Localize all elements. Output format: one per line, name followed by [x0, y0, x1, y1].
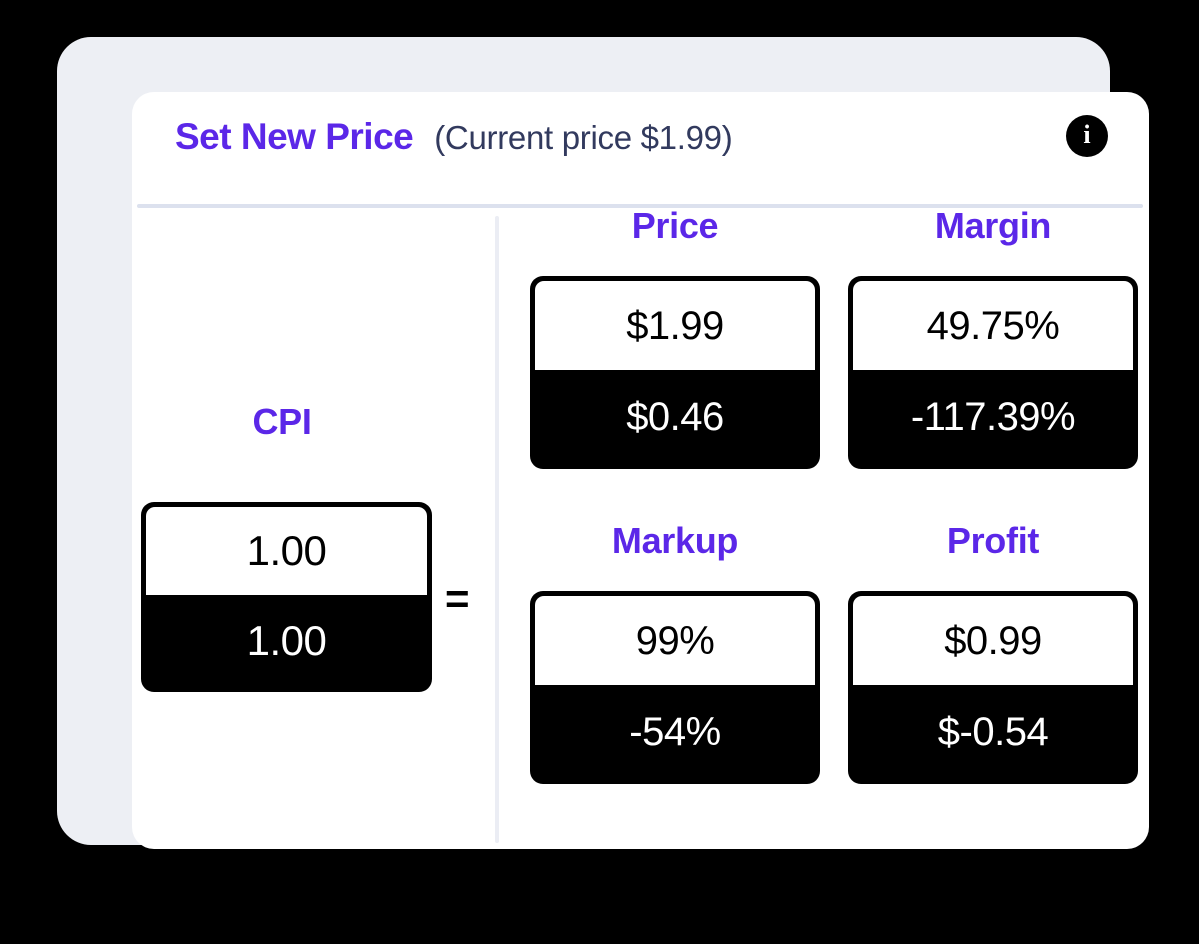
- price-bottom-cell[interactable]: $0.46: [535, 370, 815, 464]
- set-new-price-panel: Set New Price (Current price $1.99) i CP…: [132, 92, 1149, 849]
- metric-label-margin: Margin: [934, 205, 1052, 246]
- price-top-cell[interactable]: $1.99: [535, 281, 815, 370]
- metrics-column: Price $1.99 $0.46 Margin 49.75% -117.39%…: [499, 208, 1149, 849]
- margin-stack[interactable]: 49.75% -117.39%: [848, 276, 1138, 469]
- margin-top-cell[interactable]: 49.75%: [853, 281, 1133, 370]
- cpi-bottom-value: 1.00: [246, 616, 327, 664]
- price-stack[interactable]: $1.99 $0.46: [530, 276, 820, 469]
- title-row: Set New Price (Current price $1.99): [175, 116, 733, 157]
- price-top-value: $1.99: [626, 303, 724, 348]
- metric-profit: Profit $0.99 $-0.54: [848, 523, 1138, 784]
- profit-bottom-value: $-0.54: [937, 710, 1049, 754]
- metric-label-price: Price: [631, 205, 719, 246]
- cpi-bottom-cell[interactable]: 1.00: [146, 594, 427, 687]
- cpi-top-cell[interactable]: 1.00: [146, 507, 427, 595]
- profit-bottom-cell[interactable]: $-0.54: [853, 685, 1133, 779]
- cpi-label: CPI: [252, 401, 312, 442]
- cpi-column: CPI 1.00 1.00 =: [132, 208, 495, 849]
- equals-sign: =: [445, 575, 470, 622]
- cpi-top-value: 1.00: [246, 526, 327, 574]
- metric-markup: Markup 99% -54%: [530, 523, 820, 784]
- profit-top-value: $0.99: [944, 618, 1042, 663]
- panel-header: Set New Price (Current price $1.99) i: [132, 92, 1149, 204]
- markup-stack[interactable]: 99% -54%: [530, 591, 820, 784]
- metric-margin: Margin 49.75% -117.39%: [848, 208, 1138, 469]
- profit-stack[interactable]: $0.99 $-0.54: [848, 591, 1138, 784]
- panel-body: CPI 1.00 1.00 = Price $1.99 $0.46 Margin…: [132, 208, 1149, 849]
- margin-bottom-cell[interactable]: -117.39%: [853, 370, 1133, 464]
- markup-top-cell[interactable]: 99%: [535, 596, 815, 685]
- markup-bottom-value: -54%: [629, 710, 721, 754]
- profit-top-cell[interactable]: $0.99: [853, 596, 1133, 685]
- info-glyph: i: [1083, 120, 1091, 149]
- page-title: Set New Price: [175, 116, 414, 157]
- markup-bottom-cell[interactable]: -54%: [535, 685, 815, 779]
- metric-label-profit: Profit: [946, 520, 1040, 561]
- metric-price: Price $1.99 $0.46: [530, 208, 820, 469]
- cpi-stack[interactable]: 1.00 1.00: [141, 502, 432, 692]
- markup-top-value: 99%: [635, 618, 715, 663]
- price-bottom-value: $0.46: [626, 395, 724, 439]
- margin-bottom-value: -117.39%: [910, 395, 1076, 439]
- current-price-note: (Current price $1.99): [434, 119, 733, 156]
- margin-top-value: 49.75%: [926, 303, 1060, 348]
- info-icon[interactable]: i: [1066, 115, 1108, 157]
- outer-frame: Set New Price (Current price $1.99) i CP…: [57, 37, 1149, 849]
- metric-label-markup: Markup: [611, 520, 739, 561]
